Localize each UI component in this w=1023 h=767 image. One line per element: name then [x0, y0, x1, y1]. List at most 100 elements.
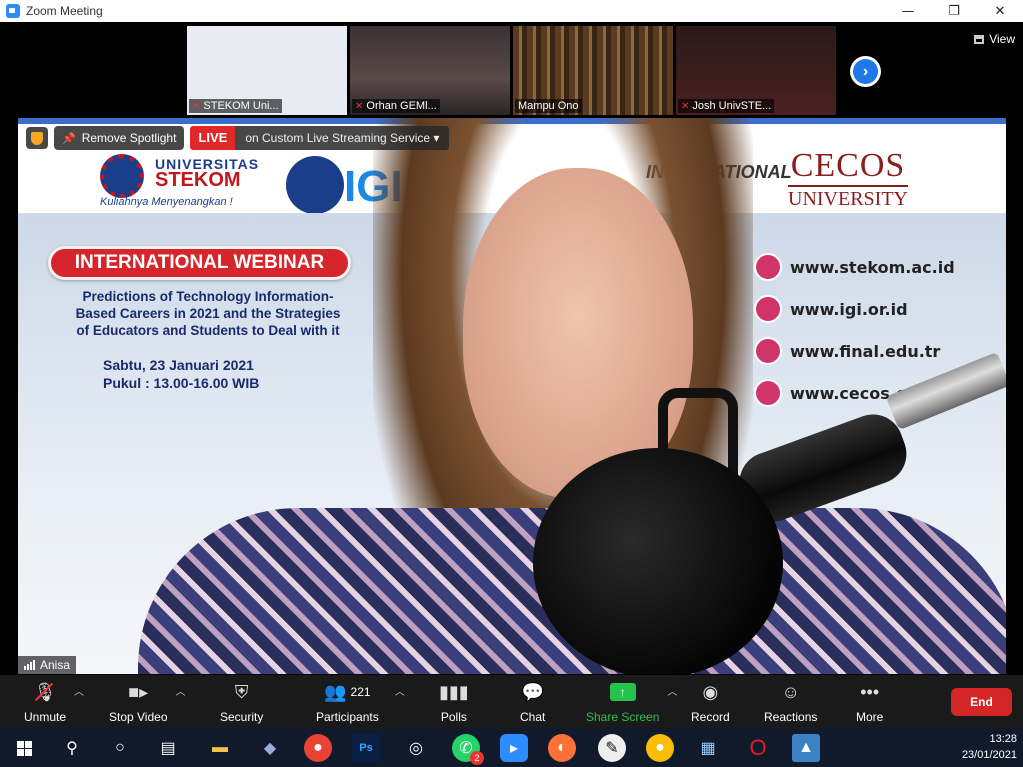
- window-title: Zoom Meeting: [26, 4, 103, 18]
- maximize-button[interactable]: ❐: [931, 0, 977, 22]
- chrome-icon[interactable]: ●: [304, 734, 332, 762]
- participant-thumbnail[interactable]: ✕ Orhan GEMl...: [350, 26, 510, 115]
- unmute-button[interactable]: 🎙 ︿ Unmute: [24, 679, 84, 725]
- signal-strength-icon: [24, 660, 35, 670]
- firefox-icon[interactable]: ◐: [548, 734, 576, 762]
- cecos-logo: CECOS UNIVERSITY: [788, 147, 908, 210]
- zoom-app-icon[interactable]: ▸: [500, 734, 528, 762]
- windows-taskbar: ⚲ ○ ▤ ▬ ◆ ● Ps ◎ ✆ 2 ▸ ◐ ✎ ● ▦ O ▲ 13:28 …: [0, 728, 1023, 767]
- dribbble-icon: [754, 379, 782, 407]
- speaker-name-tag: Anisa: [18, 656, 77, 674]
- muted-mic-icon: 🎙: [34, 679, 57, 705]
- view-label: View: [989, 32, 1015, 46]
- chevron-up-icon[interactable]: ︿: [74, 683, 84, 698]
- participants-button[interactable]: 👥 221 ︿ Participants: [316, 679, 405, 725]
- chevron-up-icon[interactable]: ︿: [176, 683, 186, 698]
- stekom-logo-icon: [100, 154, 144, 198]
- file-explorer-icon[interactable]: ▬: [206, 734, 234, 762]
- active-speaker-video: UNIVERSITAS STEKOM Kuliahnya Menyenangka…: [18, 118, 1006, 674]
- clock-date: 23/01/2021: [961, 749, 1017, 761]
- view-button[interactable]: View: [974, 32, 1015, 46]
- shield-icon: ⛨: [234, 681, 249, 702]
- share-screen-icon: ↑: [609, 683, 636, 701]
- network-app-icon[interactable]: ▦: [694, 734, 722, 762]
- muted-mic-icon: ✕: [681, 100, 690, 112]
- windows-logo-icon: [16, 740, 32, 756]
- webinar-date: Sabtu, 23 Januari 2021 Pukul : 13.00-16.…: [103, 357, 260, 391]
- dribbble-icon: [754, 253, 782, 281]
- reactions-button[interactable]: ☺ Reactions: [764, 679, 817, 725]
- url-item: www.stekom.ac.id: [754, 253, 955, 281]
- meeting-stage: ✕ STEKOM Uni... ✕ Orhan GEMl... Mampu Ono …: [0, 22, 1023, 675]
- banner-tagline: Kuliahnya Menyenangkan !: [100, 196, 233, 208]
- view-grid-icon: [974, 34, 985, 44]
- chevron-up-icon[interactable]: ︿: [395, 683, 405, 698]
- url-item: www.final.edu.tr: [754, 337, 955, 365]
- photos-icon[interactable]: ▲: [792, 734, 820, 762]
- webinar-title: INTERNATIONAL WEBINAR: [48, 246, 351, 280]
- polls-icon: ▮▮▮: [439, 681, 469, 702]
- video-camera-icon: ■▸: [128, 681, 149, 702]
- url-item: www.igi.or.id: [754, 295, 955, 323]
- task-view-icon[interactable]: ▤: [154, 734, 182, 762]
- chat-button[interactable]: 💬 Chat: [520, 679, 545, 725]
- participants-count: 221: [350, 685, 371, 699]
- participants-icon: 👥 221: [324, 681, 371, 702]
- app-icon[interactable]: ◆: [256, 734, 284, 762]
- cortana-icon[interactable]: ○: [106, 734, 134, 762]
- remove-spotlight-button[interactable]: 📌 Remove Spotlight: [54, 126, 185, 150]
- zoom-logo-icon: [6, 4, 20, 18]
- participant-name: STEKOM Uni...: [203, 100, 279, 112]
- stop-video-button[interactable]: ■▸ ︿ Stop Video: [109, 679, 186, 725]
- obs-icon[interactable]: ◎: [402, 734, 430, 762]
- live-service-dropdown[interactable]: on Custom Live Streaming Service ▾: [235, 126, 450, 150]
- chat-icon: 💬: [521, 681, 544, 702]
- dribbble-icon: [754, 337, 782, 365]
- participant-name: Josh UnivSTE...: [692, 100, 772, 112]
- pin-icon: 📌: [62, 132, 76, 145]
- banner-stekom: STEKOM: [155, 169, 241, 191]
- speaker-name: Anisa: [40, 658, 71, 672]
- participant-thumbnail[interactable]: ✕ STEKOM Uni...: [187, 26, 347, 115]
- title-bar: Zoom Meeting — ❐ ✕: [0, 0, 1023, 22]
- participant-thumbnail[interactable]: ✕ Josh UnivSTE...: [676, 26, 836, 115]
- opera-icon[interactable]: O: [744, 734, 772, 762]
- reactions-icon: ☺: [781, 681, 800, 702]
- share-screen-button[interactable]: ↑ ︿ Share Screen: [586, 679, 677, 724]
- video-overlay-controls: 📌 Remove Spotlight LIVE on Custom Live S…: [26, 126, 450, 150]
- whatsapp-badge: 2: [470, 751, 484, 765]
- polls-button[interactable]: ▮▮▮ Polls: [439, 679, 469, 725]
- webinar-topic: Predictions of Technology Information- B…: [75, 289, 341, 338]
- pen-tool-icon[interactable]: ✎: [598, 734, 626, 762]
- participant-name: Mampu Ono: [518, 100, 579, 112]
- meeting-toolbar: 🎙 ︿ Unmute ■▸ ︿ Stop Video ⛨ Security 👥2…: [0, 675, 1023, 728]
- igi-logo-icon: [286, 156, 344, 214]
- muted-mic-icon: ✕: [192, 100, 201, 112]
- start-button[interactable]: [10, 734, 38, 762]
- thumbnail-strip: ✕ STEKOM Uni... ✕ Orhan GEMl... Mampu Ono …: [187, 26, 836, 115]
- live-stream-indicator[interactable]: LIVE on Custom Live Streaming Service ▾: [190, 126, 450, 150]
- chevron-right-icon: ›: [853, 59, 878, 84]
- microphone-windscreen: [533, 448, 783, 674]
- clock-time: 13:28: [989, 733, 1017, 745]
- chrome-icon[interactable]: ●: [646, 734, 674, 762]
- system-clock[interactable]: 13:28 23/01/2021: [962, 731, 1017, 763]
- live-badge: LIVE: [190, 126, 236, 150]
- record-button[interactable]: ◉ Record: [691, 679, 730, 725]
- minimize-button[interactable]: —: [885, 0, 931, 22]
- photoshop-icon[interactable]: Ps: [352, 734, 380, 762]
- chevron-up-icon[interactable]: ︿: [667, 683, 677, 698]
- dribbble-icon: [754, 295, 782, 323]
- next-page-button[interactable]: ›: [850, 56, 881, 87]
- whatsapp-icon[interactable]: ✆ 2: [452, 734, 484, 765]
- close-button[interactable]: ✕: [977, 0, 1023, 22]
- end-meeting-button[interactable]: End: [951, 688, 1012, 716]
- encryption-shield-icon[interactable]: [26, 127, 48, 149]
- search-icon[interactable]: ⚲: [58, 734, 86, 762]
- more-dots-icon: •••: [860, 681, 880, 702]
- security-button[interactable]: ⛨ Security: [220, 679, 263, 725]
- more-button[interactable]: ••• More: [856, 679, 883, 725]
- record-icon: ◉: [702, 681, 719, 702]
- participant-thumbnail[interactable]: Mampu Ono: [513, 26, 673, 115]
- participant-name: Orhan GEMl...: [366, 100, 437, 112]
